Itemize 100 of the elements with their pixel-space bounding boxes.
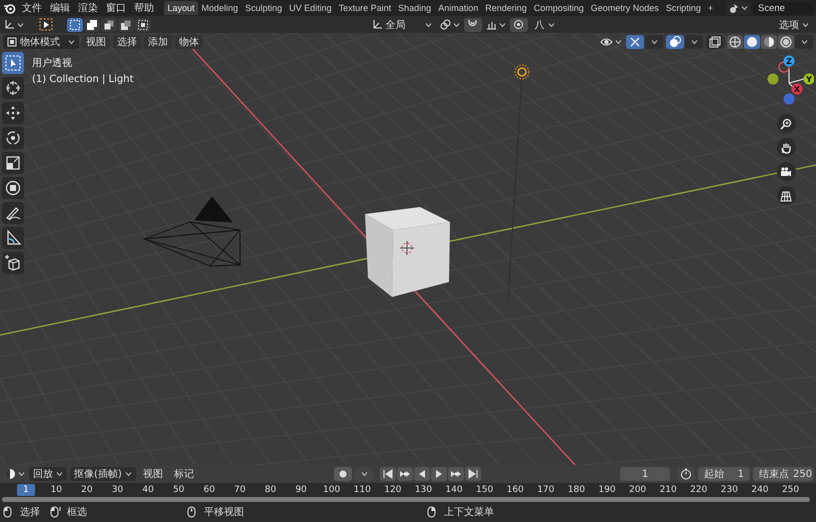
axis-label: X <box>794 85 800 94</box>
gizmo-dropdown[interactable] <box>645 34 663 48</box>
current-frame-marker[interactable]: 1 <box>17 484 35 496</box>
logo-icon <box>3 2 16 14</box>
editor-type-selector[interactable] <box>3 18 25 32</box>
workspace-tab[interactable]: Animation <box>434 1 482 15</box>
menu-item[interactable]: 文件 <box>18 1 46 15</box>
workspace-tab[interactable]: Layout <box>164 1 198 15</box>
shading-mode-button[interactable] <box>727 34 743 48</box>
menu-dropdown[interactable]: 抠像(插帧) <box>70 467 136 481</box>
gizmo-icon <box>629 36 641 48</box>
menu-item[interactable]: 渲染 <box>74 1 102 15</box>
add-workspace-button[interactable]: + <box>704 1 717 15</box>
falloff-dropdown[interactable]: 八 <box>530 18 558 32</box>
jump-end-button[interactable] <box>465 467 482 481</box>
selection-mode-icon <box>103 18 115 30</box>
tool-button[interactable] <box>2 102 24 124</box>
menu-item[interactable]: 标记 <box>170 467 198 481</box>
menu-item[interactable]: 视图 <box>138 467 167 481</box>
frame-number: 30 <box>110 484 124 496</box>
axis-gizmo[interactable]: Z Y X <box>758 52 814 110</box>
menu-item[interactable]: 选择 <box>113 34 141 48</box>
status-hint: 框选 <box>67 506 87 518</box>
workspace-tab[interactable]: Sculpting <box>242 1 286 15</box>
preview-range-toggle[interactable] <box>677 467 695 481</box>
workspace-tab[interactable]: UV Editing <box>286 1 336 15</box>
frame-number: 240 <box>750 484 770 496</box>
jump-start-button[interactable] <box>380 467 396 481</box>
selection-mode-button[interactable] <box>135 18 151 32</box>
scene-selector[interactable] <box>727 1 750 15</box>
selection-mode-button[interactable] <box>118 18 134 32</box>
tool-button[interactable] <box>2 227 24 249</box>
start-frame-field[interactable]: 起始 1 <box>698 467 750 481</box>
mouse-icon <box>3 506 14 518</box>
workspace-tab[interactable]: Rendering <box>482 1 530 15</box>
mode-dropdown[interactable]: 物体模式 <box>3 34 79 48</box>
scrollbar[interactable] <box>2 497 810 502</box>
play-reverse-button[interactable] <box>414 467 430 481</box>
caret-icon <box>802 22 809 28</box>
tool-button[interactable] <box>2 202 24 224</box>
end-frame-field[interactable]: 结束点 250 <box>753 467 813 481</box>
frame-number: 130 <box>414 484 434 496</box>
status-hint: 选择 <box>20 506 40 518</box>
workspace-tab[interactable]: Geometry Nodes <box>587 1 662 15</box>
object-mode-icon <box>7 36 17 46</box>
menu-item[interactable]: 添加 <box>144 34 172 48</box>
workspace-tab[interactable]: Scripting <box>662 1 704 15</box>
record-button[interactable] <box>334 467 352 481</box>
grid-button[interactable] <box>776 186 796 205</box>
current-frame-field[interactable]: 1 <box>620 467 670 481</box>
proportional-toggle[interactable] <box>510 18 528 32</box>
shading-mode-button[interactable] <box>778 34 794 48</box>
menu-dropdown[interactable]: 回放 <box>29 467 67 481</box>
tool-button[interactable] <box>2 52 24 74</box>
workspace-tab[interactable]: Compositing <box>530 1 588 15</box>
shading-mode-button[interactable] <box>744 34 760 48</box>
menu-item[interactable]: 物体 <box>175 34 203 48</box>
caret-icon <box>17 22 24 28</box>
xray-button[interactable] <box>706 34 724 48</box>
zoom-button[interactable] <box>776 114 796 133</box>
workspace-tab[interactable]: Shading <box>394 1 435 15</box>
play-button[interactable] <box>431 467 448 481</box>
frame-number: 140 <box>444 484 464 496</box>
frame-number: 20 <box>80 484 94 496</box>
shading-mode-button[interactable] <box>761 34 777 48</box>
snap-toggle[interactable] <box>464 18 482 32</box>
next-key-button[interactable] <box>448 467 464 481</box>
mouse-icon <box>187 506 198 518</box>
menu-item[interactable]: 编辑 <box>46 1 74 15</box>
overlay-dropdown[interactable] <box>685 34 703 48</box>
editor-type-selector[interactable] <box>3 467 26 481</box>
frame-number: 90 <box>294 484 308 496</box>
menu-item[interactable]: 窗口 <box>102 1 130 15</box>
menu-item[interactable]: 视图 <box>82 34 110 48</box>
prev-key-button[interactable] <box>397 467 414 481</box>
caret-icon <box>800 38 808 44</box>
tool-button[interactable] <box>2 127 24 149</box>
jump-end-icon <box>467 468 480 480</box>
mouse-icon <box>50 506 61 518</box>
tool-button[interactable] <box>2 252 24 274</box>
selection-mode-button[interactable] <box>67 18 83 32</box>
overlay-button[interactable] <box>666 34 684 48</box>
keying-dropdown[interactable] <box>355 467 374 481</box>
shading-dropdown[interactable] <box>795 34 813 48</box>
selection-mode-button[interactable] <box>84 18 100 32</box>
sun-light-icon <box>514 64 530 80</box>
gizmo-button[interactable] <box>626 34 644 48</box>
hand-button[interactable] <box>776 138 796 157</box>
scene-field[interactable]: Scene <box>753 2 813 14</box>
selection-mode-button[interactable] <box>101 18 117 32</box>
caret-icon <box>452 22 460 28</box>
menu-item[interactable]: 帮助 <box>130 1 158 15</box>
tool-button[interactable] <box>2 77 24 99</box>
camera-button[interactable] <box>776 162 796 181</box>
overlay-icon <box>669 36 681 48</box>
tool-button[interactable] <box>2 152 24 174</box>
workspace-tab[interactable]: Modeling <box>198 1 242 15</box>
tool-button[interactable] <box>2 177 24 199</box>
workspace-tab[interactable]: Texture Paint <box>335 1 395 15</box>
xray-icon <box>709 36 721 48</box>
